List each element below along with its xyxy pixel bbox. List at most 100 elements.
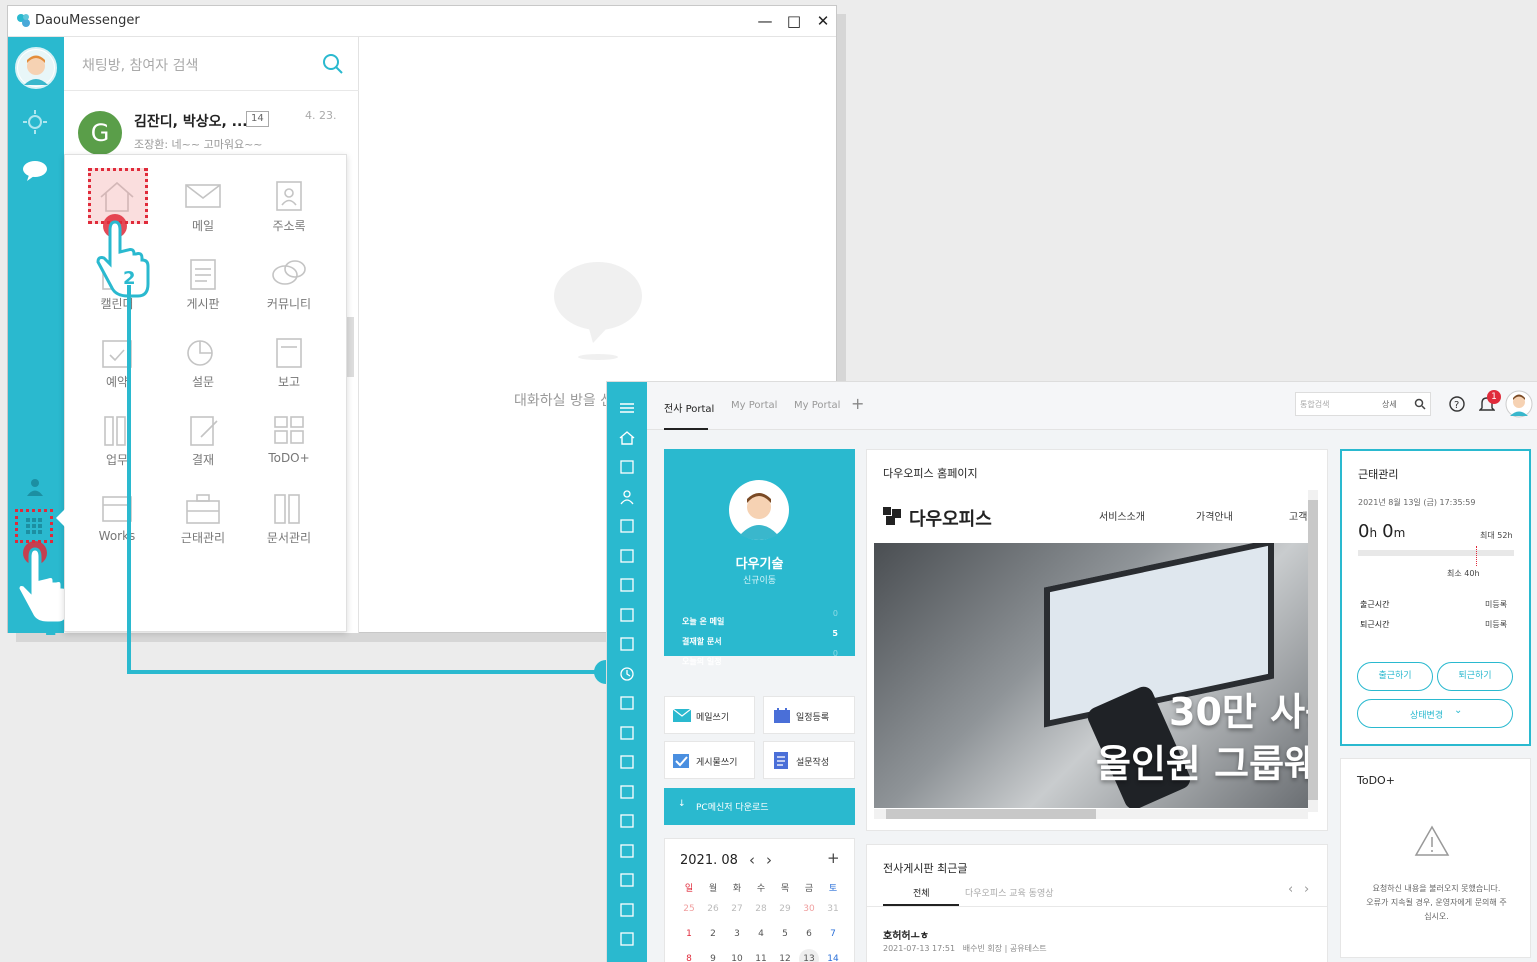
calendar-day[interactable]: 1 bbox=[679, 929, 699, 939]
edit-icon[interactable] bbox=[619, 695, 635, 711]
homepage-banner-image[interactable]: 30만 사용 올인원 그룹웨 bbox=[874, 543, 1308, 808]
survey-icon[interactable] bbox=[619, 754, 635, 770]
calendar-day[interactable]: 30 bbox=[799, 904, 819, 914]
app-document[interactable]: 문서관리 bbox=[246, 479, 332, 557]
list-icon[interactable] bbox=[619, 518, 635, 534]
clock-icon[interactable] bbox=[619, 666, 635, 682]
stat-row[interactable]: 오늘 온 메일 0 bbox=[682, 609, 838, 629]
post-title[interactable]: 호허허ㅗㅎ bbox=[883, 927, 929, 942]
homepage-hscroll[interactable] bbox=[874, 809, 1308, 819]
calendar-day[interactable]: 4 bbox=[751, 929, 771, 939]
chat-icon[interactable] bbox=[21, 159, 49, 183]
app-approval[interactable]: 결재 bbox=[160, 401, 246, 479]
calendar-day[interactable]: 25 bbox=[679, 904, 699, 914]
network-icon[interactable] bbox=[619, 843, 635, 859]
calendar-day[interactable]: 5 bbox=[775, 929, 795, 939]
app-reservation[interactable]: 예약 bbox=[74, 323, 160, 401]
app-survey[interactable]: 설문 bbox=[160, 323, 246, 401]
create-survey-button[interactable]: 설문작성 bbox=[763, 741, 855, 779]
calendar-day[interactable]: 11 bbox=[751, 954, 771, 962]
briefcase-icon[interactable] bbox=[619, 813, 635, 829]
title-bar[interactable]: DaouMessenger — □ ✕ bbox=[8, 6, 836, 37]
app-address-book[interactable]: 주소록 bbox=[246, 167, 332, 245]
chat-icon[interactable] bbox=[619, 548, 635, 564]
tab-my-portal-1[interactable]: My Portal bbox=[731, 400, 777, 411]
app-todo[interactable]: ToDO+ bbox=[246, 401, 332, 479]
chat-search-bar[interactable]: 채팅방, 참여자 검색 bbox=[64, 37, 359, 91]
search-detail-button[interactable]: 상세 bbox=[1382, 399, 1397, 410]
search-icon[interactable] bbox=[322, 53, 344, 75]
settings-sun-icon[interactable] bbox=[22, 109, 48, 135]
home-icon[interactable] bbox=[619, 430, 635, 446]
calendar-day[interactable]: 28 bbox=[751, 904, 771, 914]
portal-search-box[interactable]: 통합검색 상세 bbox=[1295, 392, 1431, 416]
minimize-button[interactable]: — bbox=[752, 9, 778, 33]
board-icon[interactable] bbox=[619, 636, 635, 652]
mail-icon[interactable] bbox=[619, 459, 635, 475]
maximize-button[interactable]: □ bbox=[781, 9, 807, 33]
app-mail[interactable]: 메일 bbox=[160, 167, 246, 245]
download-messenger-button[interactable]: ↓ PC메신저 다운로드 bbox=[664, 788, 855, 825]
homepage-nav-service[interactable]: 서비스소개 bbox=[1099, 508, 1145, 523]
calendar-day[interactable]: 13 bbox=[799, 949, 819, 962]
folder-icon[interactable] bbox=[619, 902, 635, 918]
contacts-icon[interactable] bbox=[25, 477, 45, 497]
report-icon[interactable] bbox=[619, 725, 635, 741]
calendar-day[interactable]: 14 bbox=[823, 954, 843, 962]
org-chart-icon[interactable] bbox=[619, 931, 635, 947]
calendar-day[interactable]: 8 bbox=[679, 954, 699, 962]
app-board[interactable]: 게시판 bbox=[160, 245, 246, 323]
add-schedule-button[interactable]: 일정등록 bbox=[763, 696, 855, 734]
app-works[interactable]: Works bbox=[74, 479, 160, 557]
grid-icon[interactable] bbox=[619, 577, 635, 593]
menu-icon[interactable] bbox=[619, 400, 635, 416]
stat-row[interactable]: 오늘의 일정 0 bbox=[682, 649, 838, 669]
stat-row[interactable]: 결재할 문서 5 bbox=[682, 629, 838, 649]
app-community[interactable]: 커뮤니티 bbox=[246, 245, 332, 323]
homepage-logo[interactable]: 다우오피스 bbox=[909, 505, 992, 531]
board-tab-video[interactable]: 다우오피스 교육 동영상 bbox=[965, 886, 1054, 899]
scrollbar-thumb[interactable] bbox=[346, 317, 354, 377]
calendar-add-button[interactable]: + bbox=[827, 849, 840, 867]
homepage-nav-customer[interactable]: 고객 bbox=[1289, 508, 1307, 523]
todo-icon[interactable] bbox=[619, 784, 635, 800]
write-post-button[interactable]: 게시물쓰기 bbox=[664, 741, 755, 779]
stack-icon[interactable] bbox=[619, 872, 635, 888]
calendar-day[interactable]: 27 bbox=[727, 904, 747, 914]
calendar-day[interactable]: 7 bbox=[823, 929, 843, 939]
calendar-day[interactable]: 2 bbox=[703, 929, 723, 939]
calendar-day[interactable]: 6 bbox=[799, 929, 819, 939]
board-next-button[interactable]: › bbox=[1304, 882, 1309, 897]
app-report[interactable]: 보고 bbox=[246, 323, 332, 401]
add-tab-button[interactable]: + bbox=[851, 394, 864, 413]
calendar-prev-button[interactable]: ‹ bbox=[749, 851, 755, 869]
write-mail-button[interactable]: 메일쓰기 bbox=[664, 696, 755, 734]
chat-search-input[interactable]: 채팅방, 참여자 검색 bbox=[82, 55, 198, 75]
clock-in-button[interactable]: 출근하기 bbox=[1357, 662, 1433, 691]
board-prev-button[interactable]: ‹ bbox=[1288, 882, 1293, 897]
calendar-next-button[interactable]: › bbox=[766, 851, 772, 869]
chat-list-item[interactable]: G 김잔디, 박상오, ... 14 4. 23. 조장환: 네~~ 고마워요~… bbox=[72, 99, 347, 155]
change-status-button[interactable]: 상태변경 ⌄ bbox=[1357, 699, 1513, 728]
apps-grid-highlight[interactable] bbox=[15, 509, 53, 543]
app-attendance[interactable]: 근태관리 bbox=[160, 479, 246, 557]
calendar-day[interactable]: 26 bbox=[703, 904, 723, 914]
calendar-icon[interactable] bbox=[619, 607, 635, 623]
calendar-day[interactable]: 3 bbox=[727, 929, 747, 939]
homepage-vscroll[interactable] bbox=[1308, 490, 1318, 812]
app-task[interactable]: 업무 bbox=[74, 401, 160, 479]
portal-search-input[interactable]: 통합검색 bbox=[1300, 399, 1329, 410]
portal-user-avatar[interactable] bbox=[1505, 390, 1533, 418]
calendar-day[interactable]: 31 bbox=[823, 904, 843, 914]
close-button[interactable]: ✕ bbox=[810, 9, 836, 33]
tab-my-portal-2[interactable]: My Portal bbox=[794, 400, 840, 411]
user-avatar[interactable] bbox=[15, 47, 57, 89]
calendar-day[interactable]: 10 bbox=[727, 954, 747, 962]
help-icon[interactable]: ? bbox=[1449, 396, 1465, 412]
tab-company-portal[interactable]: 전사 Portal bbox=[664, 400, 714, 415]
contacts-icon[interactable] bbox=[619, 489, 635, 505]
calendar-day[interactable]: 12 bbox=[775, 954, 795, 962]
clock-out-button[interactable]: 퇴근하기 bbox=[1437, 662, 1513, 691]
search-icon[interactable] bbox=[1414, 398, 1426, 410]
board-tab-all[interactable]: 전체 bbox=[913, 886, 930, 899]
